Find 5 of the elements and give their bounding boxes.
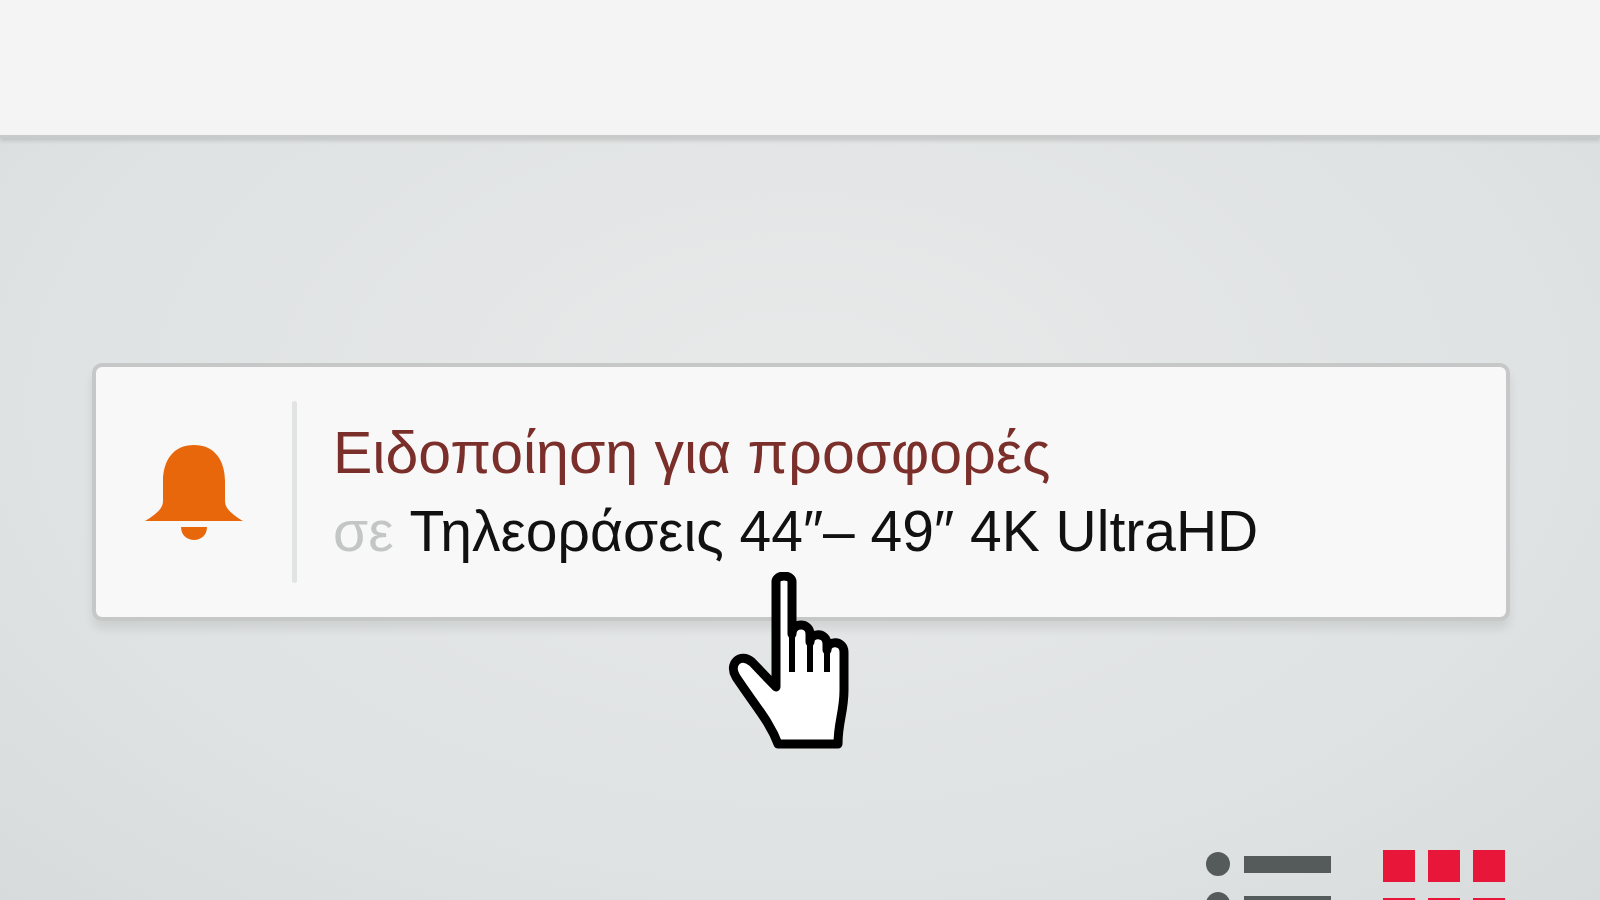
category-link[interactable]: Τηλεοράσεις 44″– 49″ 4K UltraHD [409,497,1259,566]
grid-view-icon[interactable] [1383,850,1505,900]
list-view-icon[interactable] [1206,850,1331,900]
bell-icon [143,443,245,541]
alert-title: Ειδοποίηση για προσφορές [333,419,1052,489]
